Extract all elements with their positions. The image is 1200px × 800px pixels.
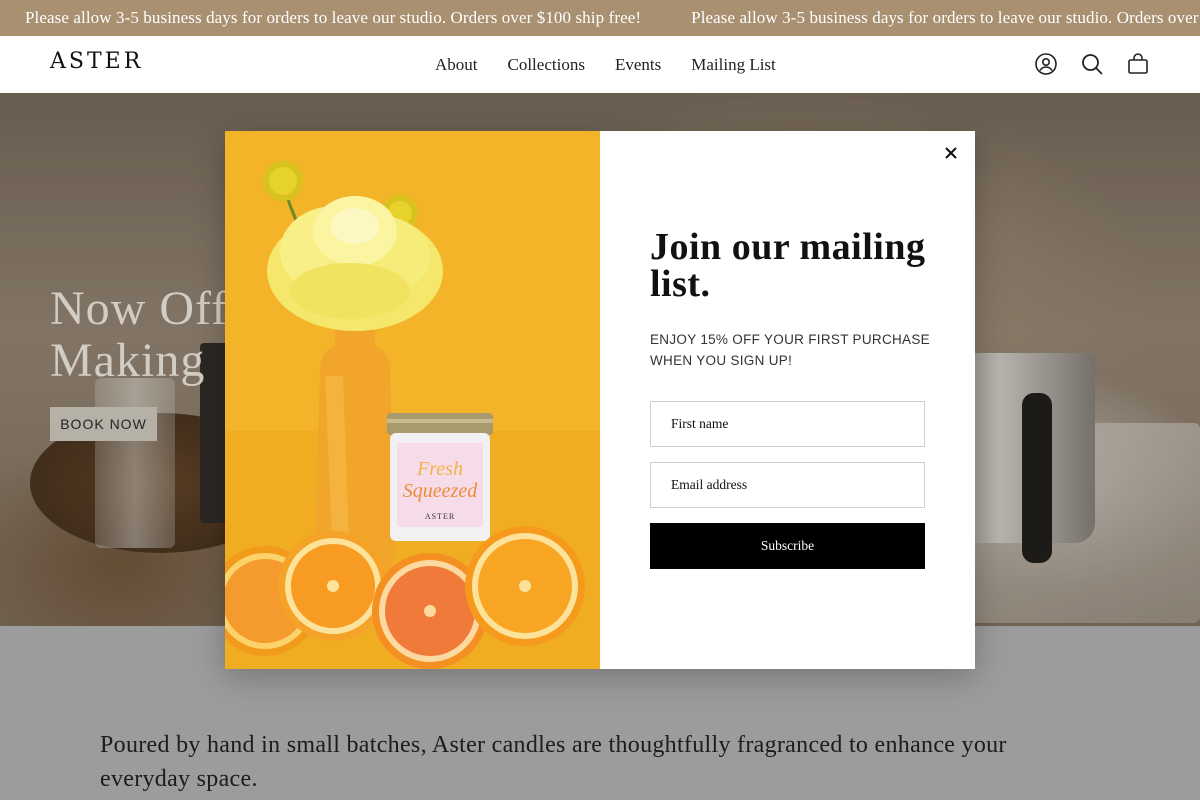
candle-brand: ASTER	[425, 512, 455, 521]
first-name-field[interactable]	[650, 401, 925, 447]
announcement-message: Please allow 3-5 business days for order…	[25, 8, 642, 27]
cart-icon[interactable]	[1126, 50, 1150, 78]
modal-title: Join our mailing list.	[650, 226, 926, 305]
modal-form-panel: Join our mailing list. ENJOY 15% OFF YOU…	[600, 131, 975, 669]
account-icon[interactable]	[1034, 50, 1058, 78]
modal-product-image: Fresh Squeezed ASTER	[225, 131, 600, 669]
nav-item-about[interactable]: About	[435, 55, 478, 75]
header-icons	[1034, 50, 1150, 78]
email-field[interactable]	[650, 462, 925, 508]
search-icon[interactable]	[1080, 50, 1104, 78]
modal-subtitle: ENJOY 15% OFF YOUR FIRST PURCHASE WHEN Y…	[650, 332, 930, 368]
candle-label-line2: Squeezed	[403, 480, 478, 502]
announcement-message: Please allow 3-5 business days for order…	[691, 8, 1200, 27]
close-icon[interactable]	[939, 141, 963, 165]
main-nav: About Collections Events Mailing List	[435, 36, 776, 93]
nav-item-collections[interactable]: Collections	[508, 55, 585, 75]
nav-item-events[interactable]: Events	[615, 55, 661, 75]
nav-item-mailing-list[interactable]: Mailing List	[691, 55, 776, 75]
announcement-bar: Please allow 3-5 business days for order…	[0, 0, 1200, 36]
candle-label-line1: Fresh	[416, 458, 463, 480]
subscribe-button[interactable]: Subscribe	[650, 523, 925, 569]
mailing-list-modal: Fresh Squeezed ASTER Join our mailing li…	[225, 131, 975, 669]
site-header: ASTER About Collections Events Mailing L…	[0, 36, 1200, 93]
intro-tagline: Poured by hand in small batches, Aster c…	[100, 732, 1007, 792]
logo[interactable]: ASTER	[50, 49, 143, 74]
